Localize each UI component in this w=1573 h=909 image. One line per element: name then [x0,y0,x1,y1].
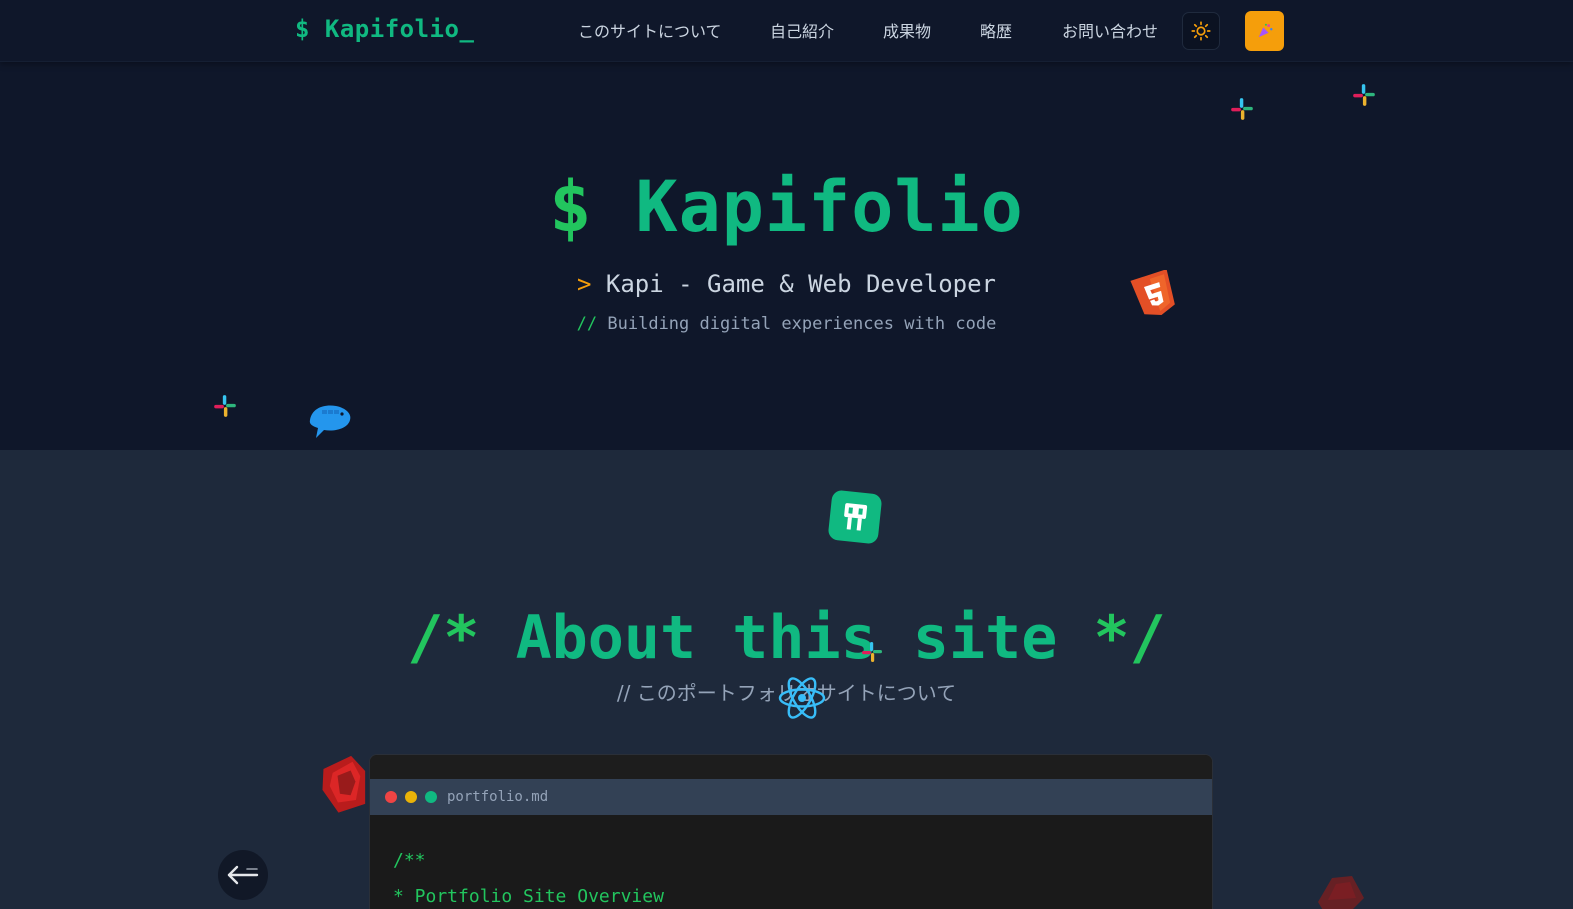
code-content: /** * Portfolio Site Overview [393,843,664,909]
hero-tagline-text: Building digital experiences with code [607,314,997,334]
hero-title: $ Kapifolio [0,166,1573,248]
html5-icon [1130,270,1175,315]
hero-tagline: // Building digital experiences with cod… [0,314,1573,334]
window-maximize-dot [425,791,437,803]
code-window-filename: portfolio.md [447,789,549,805]
hero-subtitle-text: Kapi - Game & Web Developer [605,270,997,298]
top-navbar: $ Kapifolio_ このサイトについて 自己紹介 成果物 略歴 お問い合わ… [0,0,1573,62]
code-line: * Portfolio Site Overview [393,886,664,907]
nav-link-self-intro[interactable]: 自己紹介 [770,18,834,42]
nav-link-works[interactable]: 成果物 [883,18,931,42]
window-minimize-dot [405,791,417,803]
about-title: /* About this site */ [0,603,1573,673]
about-title-text: About this site [515,603,1058,673]
hero-section: $ Kapifolio > Kapi - Game & Web Develope… [0,62,1573,450]
site-logo[interactable]: $ Kapifolio_ [295,15,474,43]
react-icon [778,677,826,719]
slack-icon [1231,98,1253,120]
hero-title-text: Kapifolio [635,166,1024,248]
code-window-top-strip [370,755,1212,779]
slack-icon [862,642,882,662]
back-button[interactable] [218,850,268,900]
party-popper-icon [1258,23,1272,38]
about-title-open: /* [407,603,480,673]
hero-subtitle-prompt: > [576,270,592,298]
window-close-dot [385,791,397,803]
sun-icon [1191,21,1211,41]
docker-icon [309,405,351,438]
hero-subtitle: > Kapi - Game & Web Developer [0,270,1573,298]
slack-icon [214,395,236,417]
nav-link-career[interactable]: 略歴 [980,18,1012,42]
code-window-titlebar: portfolio.md [370,779,1212,815]
hero-tagline-slashes: // [576,314,598,334]
ruby-icon [322,755,366,813]
theme-toggle-button[interactable] [1182,12,1220,50]
code-line: /** [393,850,426,871]
hero-title-prompt: $ [549,166,593,248]
slack-icon [1353,84,1375,106]
nav-link-about-site[interactable]: このサイトについて [578,18,722,42]
page: $ Kapifolio_ このサイトについて 自己紹介 成果物 略歴 お問い合わ… [0,0,1573,909]
ruby-icon [1318,876,1364,909]
code-window: portfolio.md /** * Portfolio Site Overvie… [369,754,1213,909]
about-title-close: */ [1093,603,1166,673]
gatsby-icon [828,490,882,544]
back-arrow-icon [227,865,259,885]
nav-link-contact[interactable]: お問い合わせ [1062,18,1158,42]
easter-egg-button[interactable] [1245,11,1284,51]
